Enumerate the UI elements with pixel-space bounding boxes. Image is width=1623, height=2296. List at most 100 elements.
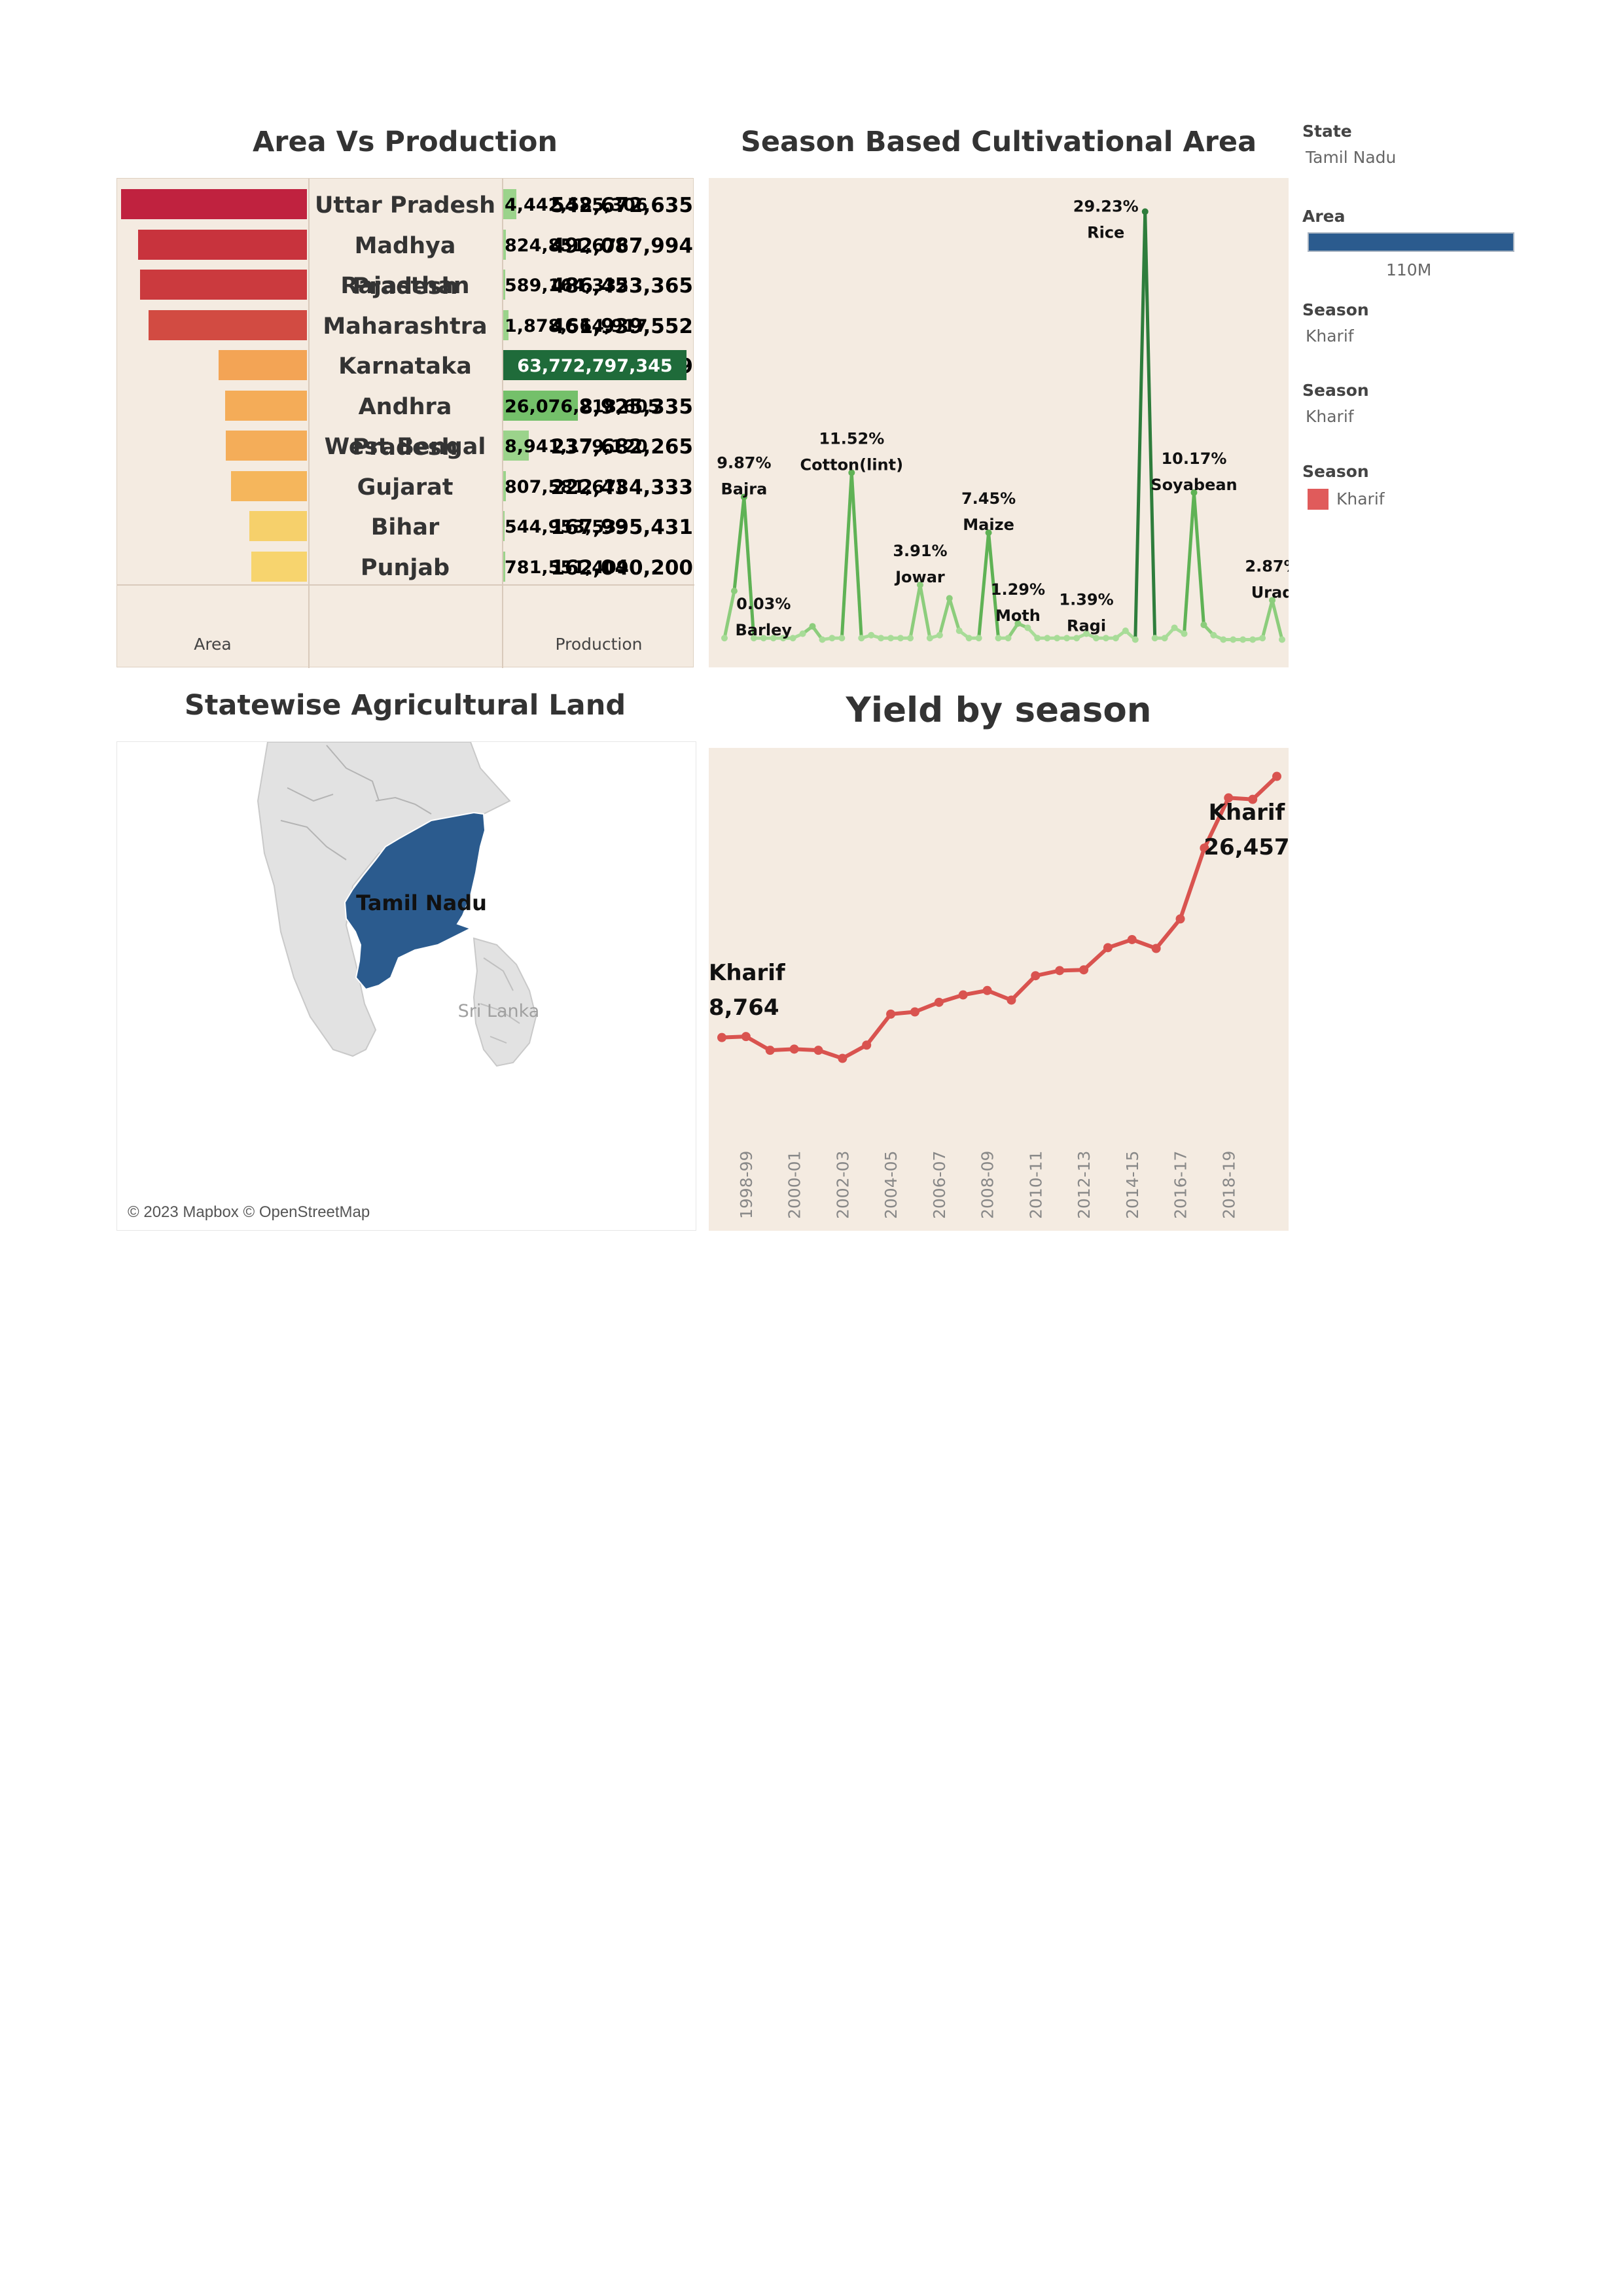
- season-point[interactable]: [1200, 621, 1207, 628]
- area-bar[interactable]: [225, 390, 307, 421]
- season-point[interactable]: [1141, 208, 1149, 215]
- season-point[interactable]: [1161, 635, 1168, 642]
- state-name[interactable]: Madhya Pradesh: [308, 226, 502, 300]
- yield-point[interactable]: [765, 1046, 775, 1055]
- season-point[interactable]: [887, 635, 895, 642]
- season-point[interactable]: [1054, 635, 1061, 642]
- state-filter-value[interactable]: Tamil Nadu: [1306, 148, 1396, 167]
- yield-point[interactable]: [1151, 944, 1161, 953]
- area-bar[interactable]: [149, 309, 307, 340]
- area-bar[interactable]: [249, 511, 307, 541]
- season-point[interactable]: [907, 635, 914, 642]
- yield-point[interactable]: [717, 1033, 726, 1042]
- yield-point[interactable]: [1175, 914, 1185, 924]
- season-point[interactable]: [946, 595, 953, 602]
- season-point[interactable]: [975, 635, 982, 642]
- yield-point[interactable]: [934, 997, 944, 1007]
- season-point[interactable]: [936, 631, 943, 639]
- state-name[interactable]: Punjab: [308, 548, 502, 588]
- season-point[interactable]: [1093, 635, 1099, 642]
- season-point[interactable]: [1171, 624, 1178, 631]
- season-point[interactable]: [1230, 636, 1237, 643]
- yield-point[interactable]: [789, 1044, 799, 1054]
- area-bar[interactable]: [219, 350, 307, 380]
- season-legend-value[interactable]: Kharif: [1336, 489, 1385, 508]
- yield-point[interactable]: [1272, 771, 1281, 781]
- state-name[interactable]: West Bengal: [308, 427, 502, 467]
- season-point[interactable]: [809, 623, 816, 630]
- season-point[interactable]: [1112, 635, 1119, 642]
- yield-point[interactable]: [1031, 971, 1041, 981]
- area-bar[interactable]: [138, 229, 307, 260]
- yield-point[interactable]: [1007, 995, 1016, 1005]
- season-point[interactable]: [1210, 631, 1217, 639]
- season-point[interactable]: [858, 635, 865, 642]
- yield-point[interactable]: [1079, 965, 1089, 975]
- table-row[interactable]: 492,087,994 Madhya Pradesh 824,851,676: [117, 226, 694, 300]
- season-point[interactable]: [730, 588, 738, 595]
- season-point[interactable]: [1034, 635, 1041, 642]
- season-filter-1-value[interactable]: Kharif: [1306, 327, 1354, 345]
- yield-point[interactable]: [813, 1046, 823, 1055]
- season-point[interactable]: [878, 635, 885, 642]
- state-name[interactable]: Gujarat: [308, 467, 502, 508]
- season-point[interactable]: [995, 635, 1002, 642]
- state-name[interactable]: Karnataka: [308, 346, 502, 387]
- season-point[interactable]: [1102, 635, 1109, 642]
- yield-point[interactable]: [886, 1009, 896, 1019]
- yield-point[interactable]: [741, 1032, 751, 1042]
- season-point[interactable]: [1151, 635, 1158, 642]
- yield-point[interactable]: [838, 1053, 847, 1063]
- area-bar[interactable]: [140, 270, 307, 300]
- season-filter-2-value[interactable]: Kharif: [1306, 407, 1354, 426]
- season-point[interactable]: [1181, 630, 1188, 637]
- season-point[interactable]: [1220, 636, 1227, 643]
- yield-point[interactable]: [1103, 943, 1113, 953]
- season-point[interactable]: [1122, 627, 1129, 634]
- season-point[interactable]: [1240, 636, 1247, 643]
- table-row[interactable]: 222,434,333 Gujarat 807,581,678: [117, 467, 694, 508]
- season-point[interactable]: [1024, 624, 1031, 631]
- season-point[interactable]: [819, 636, 826, 643]
- season-point[interactable]: [897, 635, 904, 642]
- season-point[interactable]: [1005, 635, 1012, 642]
- table-row[interactable]: 162,040,200 Punjab 781,551,409: [117, 548, 694, 588]
- season-point[interactable]: [965, 635, 972, 642]
- state-name[interactable]: Maharashtra: [308, 306, 502, 347]
- table-row[interactable]: 461,939,552 Maharashtra 1,878,564,917: [117, 306, 694, 347]
- map[interactable]: Tamil Nadu Sri Lanka: [117, 742, 696, 1231]
- state-name[interactable]: Uttar Pradesh: [308, 185, 502, 226]
- yield-point[interactable]: [958, 990, 968, 1000]
- season-point[interactable]: [1044, 635, 1051, 642]
- season-point[interactable]: [868, 631, 875, 639]
- season-point[interactable]: [1259, 635, 1266, 642]
- season-point[interactable]: [955, 627, 963, 634]
- yield-point[interactable]: [910, 1007, 919, 1017]
- season-point[interactable]: [829, 635, 836, 642]
- state-name[interactable]: Rajasthan: [308, 266, 502, 306]
- table-row[interactable]: 167,995,431 Bihar 544,953,533: [117, 507, 694, 548]
- state-name[interactable]: Andhra Pradesh: [308, 387, 502, 461]
- table-row[interactable]: 257,907,399Karnataka63,772,797,345: [117, 346, 694, 387]
- area-bar[interactable]: [231, 470, 307, 501]
- area-bar[interactable]: [226, 431, 307, 461]
- yield-point[interactable]: [1055, 966, 1065, 976]
- yield-point[interactable]: [982, 985, 992, 995]
- area-bar[interactable]: [251, 551, 307, 582]
- yield-point[interactable]: [1127, 934, 1137, 944]
- state-name[interactable]: Bihar: [308, 507, 502, 548]
- season-point[interactable]: [799, 630, 806, 637]
- season-point[interactable]: [721, 635, 728, 642]
- table-row[interactable]: 486,453,365 Rajasthan 589,164,332: [117, 266, 694, 306]
- season-point[interactable]: [1279, 636, 1285, 643]
- season-point[interactable]: [1073, 635, 1080, 642]
- season-point[interactable]: [1249, 636, 1257, 643]
- season-point[interactable]: [1063, 635, 1071, 642]
- area-bar[interactable]: [121, 189, 307, 219]
- table-row[interactable]: 237,682,265 West Bengal 8,941,179,120: [117, 427, 694, 467]
- season-point[interactable]: [926, 635, 933, 642]
- table-row[interactable]: 238,925,335 Andhra Pradesh 26,076,218,605: [117, 387, 694, 461]
- yield-point[interactable]: [862, 1040, 872, 1050]
- season-point[interactable]: [1132, 636, 1139, 643]
- season-point[interactable]: [838, 635, 846, 642]
